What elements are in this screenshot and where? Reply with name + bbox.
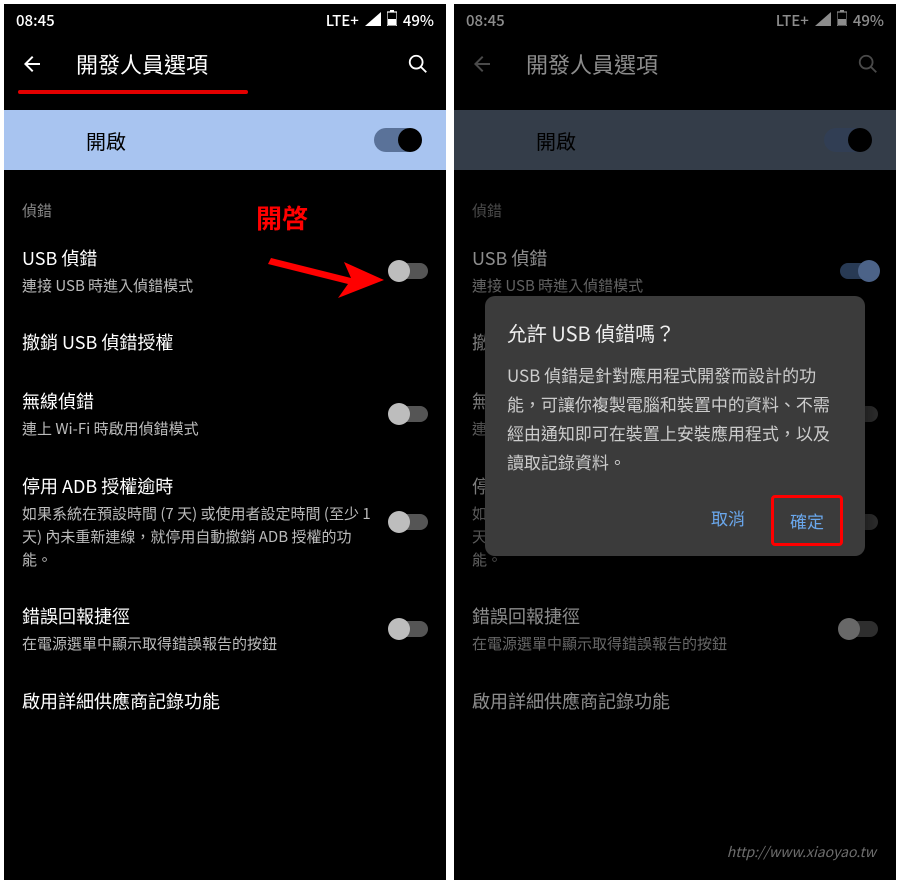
item-sub: 連上 Wi-Fi 時啟用偵錯模式 [22, 417, 372, 440]
page-title: 開發人員選項 [72, 48, 378, 80]
status-lte: LTE+ [326, 10, 359, 31]
item-title: 停用 ADB 授權逾時 [22, 473, 372, 500]
item-title: 無線偵錯 [22, 388, 372, 415]
item-wireless-debug[interactable]: 無線偵錯 連上 Wi-Fi 時啟用偵錯模式 [4, 372, 446, 456]
annotation-underline [18, 90, 248, 94]
status-bar: 08:45 LTE+ 49% [4, 4, 446, 36]
item-sub: 在電源選單中顯示取得錯誤報告的按鈕 [22, 632, 372, 655]
annotation-arrow-icon [266, 248, 386, 298]
status-lte: LTE+ [776, 10, 809, 31]
item-sub: 連接 USB 時進入偵錯模式 [472, 274, 822, 297]
item-revoke-usb-auth[interactable]: 撤銷 USB 偵錯授權 [4, 313, 446, 372]
dialog-body: USB 偵錯是針對應用程式開發而設計的功能，可讓你複製電腦和裝置中的資料、不需經… [507, 361, 843, 477]
section-header-debug: 偵錯 [4, 170, 446, 229]
battery-icon [837, 10, 847, 31]
master-toggle-label: 開啟 [454, 126, 576, 155]
item-verbose-vendor[interactable]: 啟用詳細供應商記錄功能 [454, 672, 896, 731]
status-battery: 49% [853, 10, 884, 31]
master-toggle-row[interactable]: 開啟 [454, 110, 896, 170]
item-sub: 在電源選單中顯示取得錯誤報告的按鈕 [472, 632, 822, 655]
status-bar: 08:45 LTE+ 49% [454, 4, 896, 36]
header: 開發人員選項 [4, 36, 446, 92]
status-time: 08:45 [466, 10, 505, 31]
back-button[interactable] [462, 44, 502, 84]
battery-icon [387, 10, 397, 31]
item-title: 錯誤回報捷徑 [22, 603, 372, 630]
item-adb-timeout[interactable]: 停用 ADB 授權逾時 如果系統在預設時間 (7 天) 或使用者設定時間 (至少… [4, 457, 446, 588]
toggle-bug-shortcut[interactable] [390, 621, 428, 637]
item-title: 錯誤回報捷徑 [472, 603, 822, 630]
item-title: 啟用詳細供應商記錄功能 [472, 688, 878, 715]
item-bug-shortcut[interactable]: 錯誤回報捷徑 在電源選單中顯示取得錯誤報告的按鈕 [454, 587, 896, 671]
confirm-button[interactable]: 確定 [771, 495, 843, 546]
master-toggle-switch[interactable] [374, 128, 418, 152]
dialog-actions: 取消 確定 [507, 495, 843, 546]
item-sub: 如果系統在預設時間 (7 天) 或使用者設定時間 (至少 1 天) 內未重新連線… [22, 502, 372, 572]
toggle-usb-debug[interactable] [840, 263, 878, 279]
phone-left: 08:45 LTE+ 49% 開發人員選項 開啟 偵錯 開啓 US [4, 4, 446, 880]
usb-debug-dialog: 允許 USB 偵錯嗎？ USB 偵錯是針對應用程式開發而設計的功能，可讓你複製電… [485, 296, 865, 556]
status-battery: 49% [403, 10, 434, 31]
status-time: 08:45 [16, 10, 55, 31]
phone-right: 08:45 LTE+ 49% 開發人員選項 開啟 偵錯 USB 偵錯 連接 US… [454, 4, 896, 880]
search-button[interactable] [848, 44, 888, 84]
item-title: 撤銷 USB 偵錯授權 [22, 329, 428, 356]
master-toggle-row[interactable]: 開啟 [4, 110, 446, 170]
page-title: 開發人員選項 [522, 48, 828, 80]
watermark: http://www.xiaoyao.tw [727, 842, 876, 862]
item-title: 啟用詳細供應商記錄功能 [22, 688, 428, 715]
signal-icon [815, 10, 831, 31]
header: 開發人員選項 [454, 36, 896, 92]
annotation-open-label: 開啓 [256, 199, 308, 236]
toggle-wireless-debug[interactable] [390, 406, 428, 422]
master-toggle-label: 開啟 [4, 126, 126, 155]
dialog-title: 允許 USB 偵錯嗎？ [507, 318, 843, 347]
item-verbose-vendor[interactable]: 啟用詳細供應商記錄功能 [4, 672, 446, 731]
cancel-button[interactable]: 取消 [695, 495, 761, 546]
section-header-debug: 偵錯 [454, 170, 896, 229]
toggle-usb-debug[interactable] [390, 263, 428, 279]
toggle-adb-timeout[interactable] [390, 514, 428, 530]
toggle-bug-shortcut[interactable] [840, 621, 878, 637]
back-button[interactable] [12, 44, 52, 84]
signal-icon [365, 10, 381, 31]
search-button[interactable] [398, 44, 438, 84]
item-title: USB 偵錯 [472, 245, 822, 272]
master-toggle-switch[interactable] [824, 128, 868, 152]
item-bug-shortcut[interactable]: 錯誤回報捷徑 在電源選單中顯示取得錯誤報告的按鈕 [4, 587, 446, 671]
